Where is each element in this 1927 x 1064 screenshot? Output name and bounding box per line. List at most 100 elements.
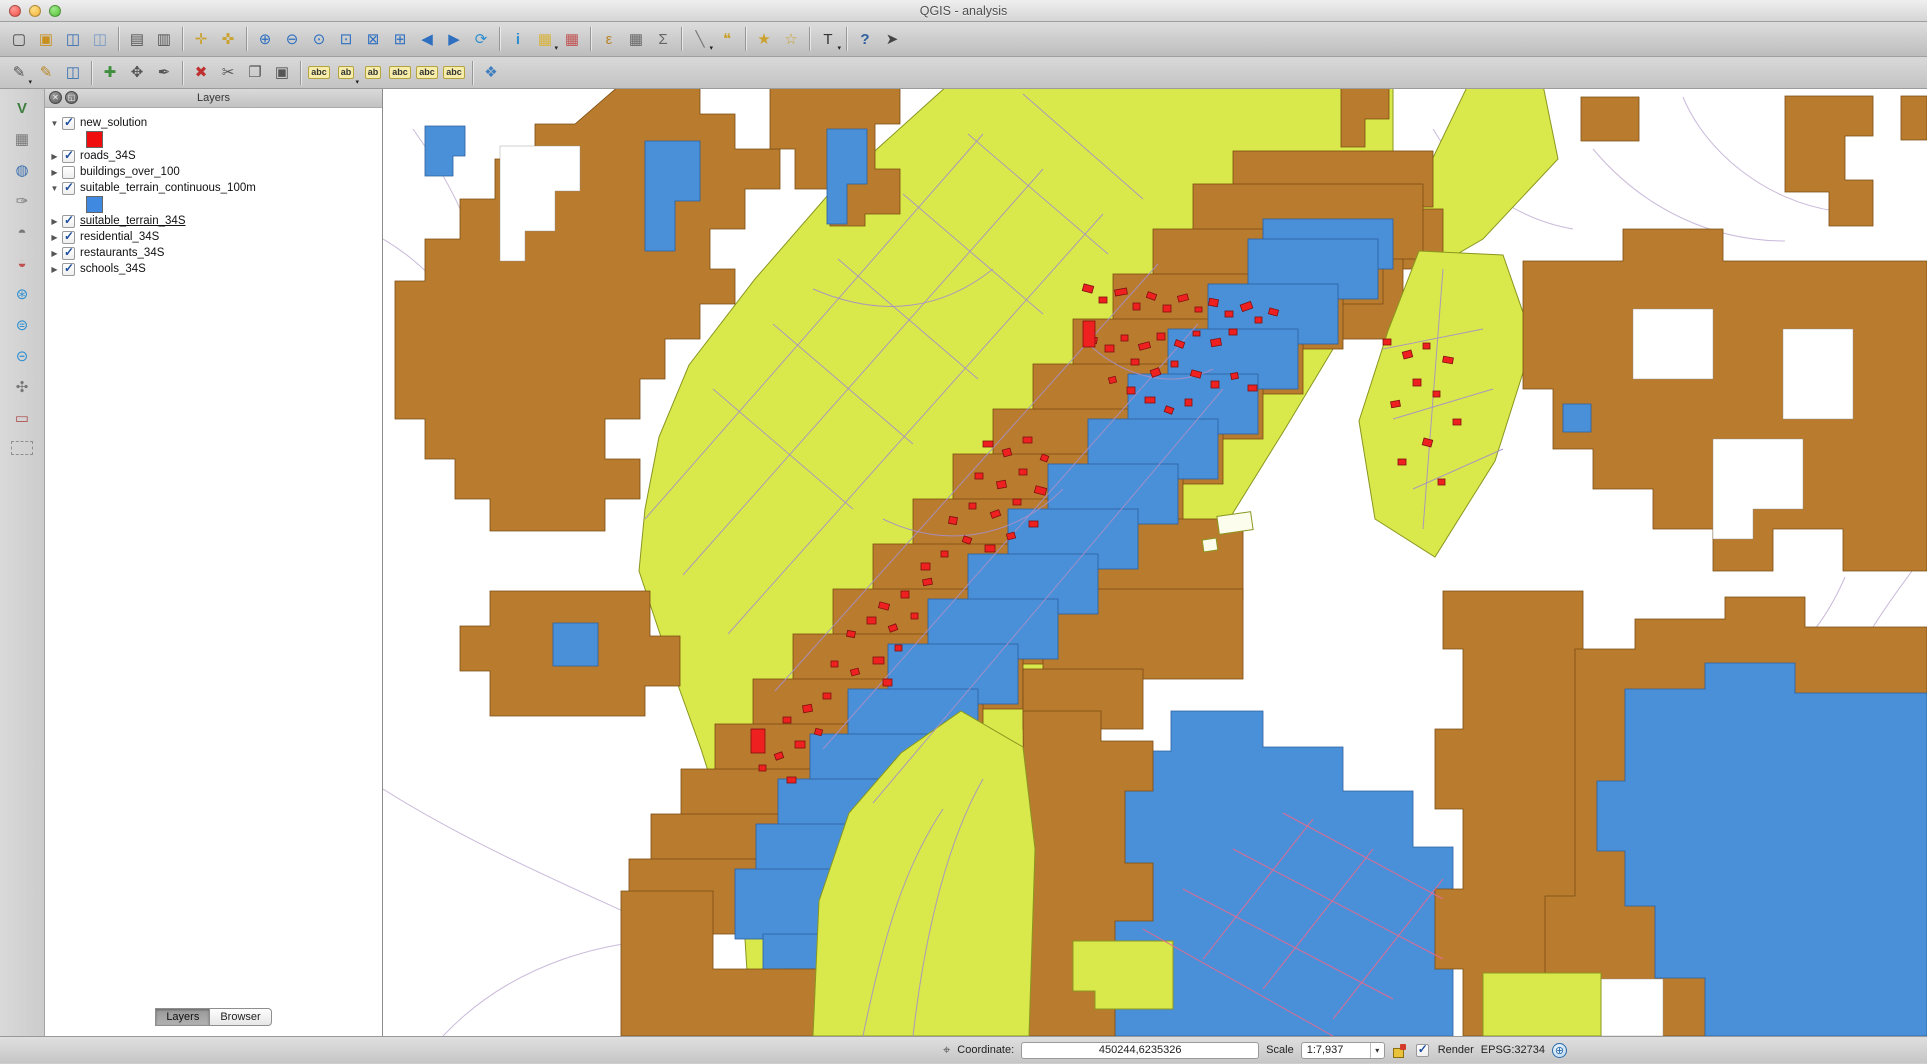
cut-features-button[interactable]: ✂	[215, 60, 241, 86]
close-window-button[interactable]	[9, 5, 21, 17]
layer-row-roads_34S[interactable]: ▶ roads_34S	[49, 148, 382, 164]
layer-label[interactable]: suitable_terrain_continuous_100m	[80, 182, 256, 194]
layer-row-new_solution[interactable]: ▼ new_solution	[49, 115, 382, 131]
open-project-button[interactable]: ▣	[33, 26, 59, 52]
add-feature-button[interactable]: ✚	[97, 60, 123, 86]
whats-this-button[interactable]: ➤	[879, 26, 905, 52]
new-print-composer-button[interactable]: ▤	[124, 26, 150, 52]
scale-combo[interactable]: 1:7,937 ▾	[1301, 1042, 1385, 1059]
add-postgis-layer-button[interactable]: ◍	[8, 157, 36, 183]
processing-toolbox-button[interactable]: ❖	[478, 60, 504, 86]
layer-row-suitable_terrain_continuous_100m[interactable]: ▼ suitable_terrain_continuous_100m	[49, 180, 382, 196]
layer-row-residential_34S[interactable]: ▶ residential_34S	[49, 229, 382, 245]
zoom-last-button[interactable]: ◀	[414, 26, 440, 52]
save-project-as-button[interactable]: ◫	[87, 26, 113, 52]
zoom-in-button[interactable]: ⊕	[252, 26, 278, 52]
map-tips-button[interactable]: ❝	[714, 26, 740, 52]
layer-checkbox[interactable]	[62, 215, 75, 228]
pan-map-button[interactable]: ✛	[188, 26, 214, 52]
label-pinned-button[interactable]: ab ▾	[333, 60, 359, 86]
layer-symbol-swatch[interactable]	[86, 196, 103, 213]
zoom-window-button[interactable]	[49, 5, 61, 17]
pan-to-selection-button[interactable]: ✜	[215, 26, 241, 52]
toggle-editing-button[interactable]: ✎	[33, 60, 59, 86]
layer-label[interactable]: restaurants_34S	[80, 247, 164, 259]
new-project-button[interactable]: ▢	[6, 26, 32, 52]
zoom-next-button[interactable]: ▶	[441, 26, 467, 52]
select-by-expression-button[interactable]: ε	[596, 26, 622, 52]
coordinate-input[interactable]: 450244,6235326	[1021, 1042, 1259, 1059]
close-panel-button[interactable]: ✕	[49, 91, 62, 104]
add-spatialite-layer-button[interactable]: ✑	[8, 188, 36, 214]
delete-selected-button[interactable]: ✖	[188, 60, 214, 86]
crs-status-globe-icon[interactable]: ⊕	[1552, 1043, 1567, 1058]
layer-checkbox[interactable]	[62, 166, 75, 179]
select-features-button[interactable]: ▦ ▾	[532, 26, 558, 52]
zoom-full-button[interactable]: ⊡	[333, 26, 359, 52]
layer-label[interactable]: residential_34S	[80, 231, 159, 243]
expander-down-icon[interactable]: ▼	[49, 184, 60, 193]
title-bar[interactable]: QGIS - analysis	[0, 0, 1927, 22]
map-refresh-button[interactable]: ⟳	[468, 26, 494, 52]
paste-features-button[interactable]: ▣	[269, 60, 295, 86]
layer-row-suitable_terrain_34S[interactable]: ▶ suitable_terrain_34S	[49, 213, 382, 229]
expander-right-icon[interactable]: ▶	[49, 233, 60, 242]
label-move-button[interactable]: abc	[387, 60, 413, 86]
deselect-features-button[interactable]: ▦	[559, 26, 585, 52]
text-annotation-button[interactable]: T ▾	[815, 26, 841, 52]
layer-checkbox[interactable]	[62, 263, 75, 276]
render-checkbox[interactable]	[1416, 1044, 1429, 1057]
layer-label[interactable]: buildings_over_100	[80, 166, 180, 178]
layer-checkbox[interactable]	[62, 150, 75, 163]
minimize-window-button[interactable]	[29, 5, 41, 17]
show-bookmarks-button[interactable]: ☆	[778, 26, 804, 52]
measure-button[interactable]: ╲ ▾	[687, 26, 713, 52]
expander-right-icon[interactable]: ▶	[49, 152, 60, 161]
expander-right-icon[interactable]: ▶	[49, 265, 60, 274]
add-oracle-layer-button[interactable]: ◒	[8, 250, 36, 276]
labeling-button[interactable]: abc	[306, 60, 332, 86]
add-raster-layer-button[interactable]: ▦	[8, 126, 36, 152]
copy-features-button[interactable]: ❐	[242, 60, 268, 86]
layer-row-restaurants_34S[interactable]: ▶restaurants_34S	[49, 245, 382, 261]
save-layer-edits-button[interactable]: ◫	[60, 60, 86, 86]
scale-dropdown-icon[interactable]: ▾	[1370, 1043, 1384, 1058]
layer-checkbox[interactable]	[62, 247, 75, 260]
tab-browser[interactable]: Browser	[210, 1008, 271, 1026]
help-contents-button[interactable]: ?	[852, 26, 878, 52]
layer-checkbox[interactable]	[62, 117, 75, 130]
layer-row-buildings_over_100[interactable]: ▶ buildings_over_100	[49, 164, 382, 180]
expander-down-icon[interactable]: ▼	[49, 119, 60, 128]
composer-manager-button[interactable]: ▥	[151, 26, 177, 52]
label-rotate-button[interactable]: abc	[414, 60, 440, 86]
open-attribute-table-button[interactable]: ▦	[623, 26, 649, 52]
layers-panel-header[interactable]: ✕ ◱ Layers	[45, 89, 382, 108]
float-panel-button[interactable]: ◱	[65, 91, 78, 104]
zoom-native-button[interactable]: ⊙	[306, 26, 332, 52]
layer-symbol-swatch[interactable]	[86, 131, 103, 148]
field-calculator-button[interactable]: Σ	[650, 26, 676, 52]
zoom-out-button[interactable]: ⊖	[279, 26, 305, 52]
add-wms-layer-button[interactable]: ⊛	[8, 281, 36, 307]
expander-right-icon[interactable]: ▶	[49, 217, 60, 226]
layer-label[interactable]: roads_34S	[80, 150, 136, 162]
zoom-to-layer-button[interactable]: ⊞	[387, 26, 413, 52]
layer-label[interactable]: suitable_terrain_34S	[80, 215, 186, 227]
tab-layers[interactable]: Layers	[155, 1008, 210, 1026]
new-shapefile-layer-button[interactable]: ▭	[8, 405, 36, 431]
layer-label[interactable]: new_solution	[80, 117, 147, 129]
layer-row-schools_34S[interactable]: ▶ schools_34S	[49, 261, 382, 277]
scale-lock-icon[interactable]	[1392, 1043, 1407, 1058]
save-project-button[interactable]: ◫	[60, 26, 86, 52]
current-edits-button[interactable]: ✎ ▾	[6, 60, 32, 86]
add-delimited-text-layer-button[interactable]: ✣	[8, 374, 36, 400]
node-tool-button[interactable]: ✒	[151, 60, 177, 86]
layer-checkbox[interactable]	[62, 182, 75, 195]
expander-right-icon[interactable]: ▶	[49, 168, 60, 177]
label-properties-button[interactable]: abc	[441, 60, 467, 86]
layer-label[interactable]: schools_34S	[80, 263, 146, 275]
new-bookmark-button[interactable]: ★	[751, 26, 777, 52]
add-mssql-layer-button[interactable]: ◓	[8, 219, 36, 245]
zoom-to-selection-button[interactable]: ⊠	[360, 26, 386, 52]
add-wcs-layer-button[interactable]: ⊜	[8, 312, 36, 338]
